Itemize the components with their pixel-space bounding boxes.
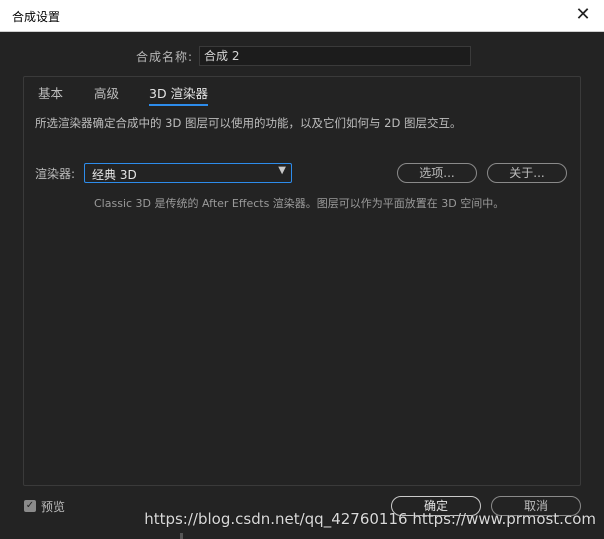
resize-handle xyxy=(180,533,183,539)
renderer-label: 渲染器: xyxy=(35,167,76,181)
comp-name-label: 合成名称: xyxy=(136,50,194,64)
renderer-select-value: 经典 3D xyxy=(92,168,137,182)
settings-panel: 基本 高级 3D 渲染器 所选渲染器确定合成中的 3D 图层可以使用的功能，以及… xyxy=(23,76,581,486)
comp-name-input[interactable]: 合成 2 xyxy=(199,46,471,66)
title-bar: 合成设置 ✕ xyxy=(0,0,604,32)
tab-advanced[interactable]: 高级 xyxy=(94,83,119,104)
window-title: 合成设置 xyxy=(12,10,61,24)
close-icon[interactable]: ✕ xyxy=(570,3,596,27)
renderer-info-text: Classic 3D 是传统的 After Effects 渲染器。图层可以作为… xyxy=(94,197,505,210)
chevron-down-icon: ▼ xyxy=(278,165,286,176)
renderer-description: 所选渲染器确定合成中的 3D 图层可以使用的功能，以及它们如何与 2D 图层交互… xyxy=(35,116,462,130)
preview-label: 预览 xyxy=(41,500,66,514)
comp-name-row: 合成名称: 合成 2 xyxy=(0,46,604,66)
watermark-text: https://blog.csdn.net/qq_42760116 https:… xyxy=(144,510,596,528)
tab-basic[interactable]: 基本 xyxy=(38,83,63,104)
tab-3d-renderer[interactable]: 3D 渲染器 xyxy=(149,83,209,106)
preview-checkbox[interactable]: ✓ xyxy=(24,500,36,512)
renderer-select[interactable]: 经典 3D ▼ xyxy=(84,163,292,183)
about-button[interactable]: 关于... xyxy=(487,163,567,183)
options-button[interactable]: 选项... xyxy=(397,163,477,183)
